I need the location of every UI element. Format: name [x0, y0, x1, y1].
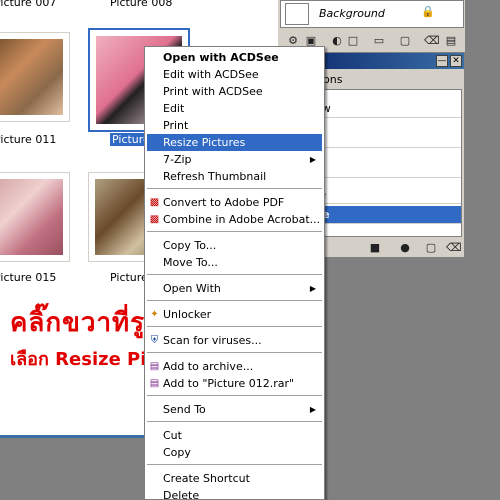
- menu-item-combine-in-acrobat[interactable]: ▩ Combine in Adobe Acrobat...: [147, 211, 322, 228]
- overlay-instruction-line1: คลิ๊กขวาที่รูป: [10, 308, 163, 338]
- trash-icon[interactable]: ⌫: [424, 34, 440, 48]
- menu-item-label: Combine in Adobe Acrobat...: [163, 213, 321, 226]
- menu-item-open-with[interactable]: Open With ▶: [147, 280, 322, 297]
- layer-row-background[interactable]: Background 🔒: [280, 0, 464, 28]
- gear-icon[interactable]: ▤: [444, 34, 458, 48]
- menu-item-resize-pictures[interactable]: Resize Pictures: [147, 134, 322, 151]
- menu-separator: [147, 231, 322, 232]
- menu-item-label: Convert to Adobe PDF: [163, 196, 285, 209]
- submenu-arrow-icon: ▶: [309, 405, 316, 414]
- menu-item-cut[interactable]: Cut: [147, 427, 322, 444]
- record-icon[interactable]: ●: [398, 241, 412, 255]
- layer-thumbnail: [285, 3, 309, 25]
- menu-item-print-with-acdsee[interactable]: Print with ACDSee: [147, 83, 322, 100]
- menu-item-edit-with-acdsee[interactable]: Edit with ACDSee: [147, 66, 322, 83]
- close-icon[interactable]: ✕: [450, 55, 462, 67]
- menu-item-delete[interactable]: Delete: [147, 487, 322, 499]
- menu-separator: [147, 274, 322, 275]
- menu-item-scan-for-viruses[interactable]: ⛨ Scan for viruses...: [147, 332, 322, 349]
- trash-icon[interactable]: ⌫: [446, 241, 462, 255]
- menu-separator: [147, 300, 322, 301]
- menu-item-add-to-archive[interactable]: ▤ Add to archive...: [147, 358, 322, 375]
- stop-icon[interactable]: ■: [368, 241, 382, 255]
- thumbnail-caption[interactable]: Picture 011: [0, 133, 56, 146]
- adjustment-layer-icon[interactable]: ◐: [330, 34, 344, 48]
- menu-item-refresh-thumbnail[interactable]: Refresh Thumbnail: [147, 168, 322, 185]
- winrar-icon: ▤: [149, 378, 160, 389]
- shield-icon: ⛨: [150, 335, 159, 346]
- photo: [0, 179, 63, 255]
- photo: [0, 39, 63, 115]
- pdf-icon: ▩: [149, 197, 160, 208]
- folder-icon[interactable]: ▭: [372, 34, 386, 48]
- thumbnail-caption[interactable]: Picture 015: [0, 271, 56, 284]
- thumbnail-picture-015[interactable]: [0, 172, 70, 262]
- menu-item-label: Unlocker: [163, 308, 212, 321]
- menu-separator: [147, 421, 322, 422]
- thumbnail-picture-011[interactable]: [0, 32, 70, 122]
- menu-item-7zip[interactable]: 7-Zip ▶: [147, 151, 322, 168]
- menu-item-copy-to[interactable]: Copy To...: [147, 237, 322, 254]
- menu-item-move-to[interactable]: Move To...: [147, 254, 322, 271]
- lock-icon: 🔒: [421, 5, 435, 18]
- new-layer-icon[interactable]: ▢: [398, 34, 412, 48]
- menu-item-create-shortcut[interactable]: Create Shortcut: [147, 470, 322, 487]
- submenu-arrow-icon: ▶: [309, 155, 316, 164]
- layers-panel: Background 🔒 ⚙ ▣ ◐ □ ▭ ▢ ⌫ ▤: [277, 0, 465, 52]
- acrobat-icon: ▩: [149, 214, 160, 225]
- mask-icon[interactable]: □: [346, 34, 360, 48]
- new-action-icon[interactable]: ▢: [424, 241, 438, 255]
- menu-separator: [147, 188, 322, 189]
- menu-item-add-to-rar[interactable]: ▤ Add to "Picture 012.rar": [147, 375, 322, 392]
- submenu-arrow-icon: ▶: [309, 284, 316, 293]
- layer-name: Background: [319, 7, 385, 20]
- winrar-icon: ▤: [149, 361, 160, 372]
- thumbnail-caption[interactable]: Picture 008: [110, 0, 172, 9]
- menu-item-edit[interactable]: Edit: [147, 100, 322, 117]
- menu-item-label: 7-Zip: [163, 153, 192, 166]
- menu-item-label: Scan for viruses...: [163, 334, 262, 347]
- menu-item-open-with-acdsee[interactable]: Open with ACDSee: [147, 49, 322, 66]
- menu-item-copy[interactable]: Copy: [147, 444, 322, 461]
- menu-item-send-to[interactable]: Send To ▶: [147, 401, 322, 418]
- menu-item-label: Send To: [163, 403, 206, 416]
- context-menu: Open with ACDSee Edit with ACDSee Print …: [144, 46, 325, 500]
- menu-separator: [147, 464, 322, 465]
- unlocker-icon: ✦: [150, 309, 159, 320]
- menu-item-convert-to-pdf[interactable]: ▩ Convert to Adobe PDF: [147, 194, 322, 211]
- menu-item-label: Add to "Picture 012.rar": [163, 377, 295, 390]
- menu-item-print[interactable]: Print: [147, 117, 322, 134]
- menu-separator: [147, 326, 322, 327]
- menu-item-unlocker[interactable]: ✦ Unlocker: [147, 306, 322, 323]
- menu-item-label: Open With: [163, 282, 221, 295]
- menu-separator: [147, 395, 322, 396]
- minimize-icon[interactable]: —: [436, 55, 448, 67]
- thumbnail-caption[interactable]: Picture 007: [0, 0, 56, 9]
- menu-item-label: Add to archive...: [163, 360, 254, 373]
- menu-separator: [147, 352, 322, 353]
